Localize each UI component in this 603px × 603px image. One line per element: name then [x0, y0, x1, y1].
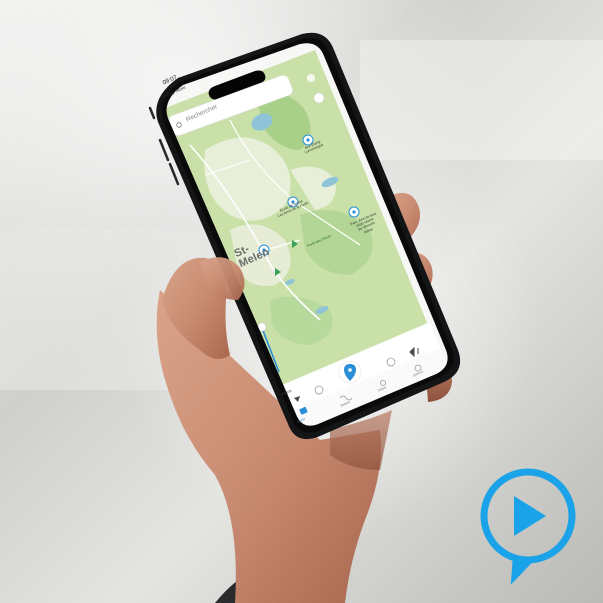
photo-scene	[0, 0, 603, 603]
poi-pin[interactable]	[348, 206, 360, 218]
poi-pin[interactable]	[258, 244, 270, 256]
compass-button	[313, 92, 325, 104]
poi-pin[interactable]	[287, 196, 299, 208]
poi-pin[interactable]	[302, 134, 314, 146]
